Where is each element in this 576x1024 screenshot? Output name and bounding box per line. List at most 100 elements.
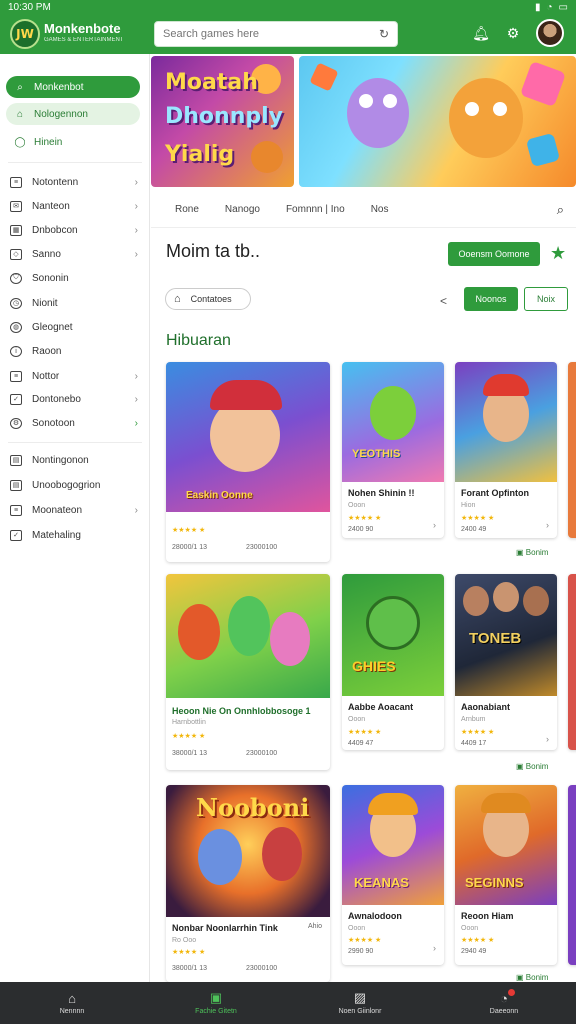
search-bar[interactable]: ↻ [154,21,398,47]
menu2-item-3[interactable]: ≡ Moonateon › [10,501,140,519]
chevron-right-icon[interactable]: › [546,734,549,744]
game-card[interactable]: YEOTHIS Nohen Shinin !! Ooon ★★★★ ★ 2400… [342,362,444,538]
game-card[interactable]: Nooboni Nonbar Noonlarrhin Tink Ahio Ro … [166,785,330,982]
filter-chip[interactable]: ⌂ Contatoes [165,288,251,310]
menu-item-11[interactable]: ⚙ Sonotoon › [10,414,140,432]
banner-card-2[interactable] [299,56,576,187]
sidebar-item-primary-2[interactable]: ⌂ Nologennon [6,103,140,125]
sidebar-item-primary-3[interactable]: ◯ Hinein [6,131,140,153]
chevron-right-icon[interactable]: › [433,943,436,953]
bottom-nav-home[interactable]: ⌂ Nennnn [22,991,122,1016]
signal-icon: ▮ [534,1,541,13]
game-art: GHIES [342,574,444,696]
primary-button[interactable]: Ooensm Oomone [448,242,540,266]
menu2-item-1[interactable]: ▤ Nontingonon [10,451,140,469]
hat-icon [210,380,282,410]
search-icon[interactable]: ⌕ [557,202,564,218]
image-icon: ▨ [353,990,367,1005]
more-link[interactable]: ▣ Bonim [516,762,548,771]
tab-1[interactable]: Rone [175,204,199,215]
filter-button-2[interactable]: Noix [524,287,568,311]
bottom-nav-notifications[interactable]: ◔ Daeeonn [454,989,554,1015]
character-icon [347,78,409,148]
settings-icon[interactable]: ⚙︎ [504,24,522,42]
menu-item-1[interactable]: ≡ Notontenn › [10,173,140,191]
character-icon [370,386,416,440]
game-card[interactable]: SEGINNS Reoon Hiam Ooon ★★★★ ★ 2940 49 [455,785,557,965]
sidebar-item-primary-1[interactable]: ⌕ Monkenbot [6,76,140,98]
tab-2[interactable]: Nanogo [225,204,260,215]
game-title: Aaonabiant [461,702,511,712]
bottom-nav-label: Nennnn [59,1008,85,1015]
card-meta: 28000/1 13 [172,544,208,551]
art-title: GHIES [352,658,396,674]
game-card-partial[interactable] [568,362,576,538]
notification-icon[interactable]: 🔔︎ [472,24,490,42]
game-card-partial[interactable] [568,574,576,750]
avatar [463,586,489,616]
menu-item-8[interactable]: i Raoon [10,342,140,360]
game-card[interactable]: Heoon Nie On Onnhlobbosoge 1 Harnbottlin… [166,574,330,770]
banner-card-1[interactable]: Moatah Dhonnply Yialig [151,56,294,187]
chevron-right-icon: › [134,176,138,188]
menu-item-9[interactable]: ≡ Nottor › [10,367,140,385]
art-title: Nooboni [196,793,310,822]
divider [8,162,142,163]
menu-label: Sanno [32,248,61,260]
more-label: Bonim [525,762,549,771]
game-card-partial[interactable] [568,785,576,965]
sidebar: ⌕ Monkenbot ⌂ Nologennon ◯ Hinein ≡ Noton… [0,54,150,982]
game-subtitle: Hion [461,502,476,509]
battery-icon: ▭ [558,1,568,13]
toolbar-icons: 🔔︎ ⚙︎ [472,19,564,47]
menu-item-5[interactable]: ⛉ Sononin [10,269,140,287]
menu-item-7[interactable]: ◍ Gleognet [10,318,140,336]
more-label: Bonim [525,973,549,982]
prev-button[interactable]: < [440,294,447,308]
game-card[interactable]: TONEB Aaonabiant Arnbum ★★★★ ★ 4409 17 › [455,574,557,750]
art-title: SEGINNS [465,875,524,890]
game-title: Awnalodoon [348,911,402,921]
chevron-right-icon: › [134,393,138,405]
rating-stars: ★★★★ ★ [461,937,495,944]
bottom-nav-grid[interactable]: ▣ Fachie Gitetn [166,990,266,1015]
search-input[interactable] [163,28,379,40]
app-logo[interactable]: JW [10,19,40,49]
filter-button-1[interactable]: Noonos [464,287,518,311]
refresh-icon[interactable]: ↻ [379,27,389,41]
search-icon: ⌕ [17,81,23,93]
promo-banner[interactable]: Moatah Dhonnply Yialig [151,56,576,187]
card-meta: 2400 90 [348,526,374,533]
game-card[interactable]: Forant Opfinton Hion ★★★★ ★ 2400 49 › [455,362,557,538]
star-icon[interactable]: ★ [550,243,566,264]
chevron-right-icon[interactable]: › [546,520,549,530]
menu2-item-4[interactable]: ✓ Matehaling [10,526,140,544]
menu-label: Unoobogogrion [32,479,101,491]
avatar[interactable] [536,19,564,47]
more-link[interactable]: ▣ Bonim [516,548,548,557]
menu-item-6[interactable]: ◷ Nionit [10,294,140,312]
chevron-right-icon: › [134,200,138,212]
menu-item-3[interactable]: ▦ Dnbobcon › [10,221,140,239]
menu-item-10[interactable]: ✓ Dontonebo › [10,390,140,408]
menu-item-2[interactable]: ✉ Nanteon › [10,197,140,215]
game-card[interactable]: Easkin Oonne ★★★★ ★ 28000/1 13 23000100 [166,362,330,562]
character-icon [178,604,220,660]
character-icon [366,596,420,650]
tab-3[interactable]: Fomnnn | Ino [286,204,345,215]
chevron-right-icon: › [134,224,138,236]
tab-4[interactable]: Nos [371,204,389,215]
eye-icon [465,102,479,116]
game-card[interactable]: GHIES Aabbe Aoacant Ooon ★★★★ ★ 4409 47 [342,574,444,750]
menu-label: Sononin [32,272,69,284]
card-meta: 2990 90 [348,948,374,955]
bottom-nav-label: Daeeonn [489,1008,519,1015]
chevron-right-icon[interactable]: › [433,520,436,530]
game-card[interactable]: KEANAS Awnalodoon Ooon ★★★★ ★ 2990 90 › [342,785,444,965]
menu2-item-2[interactable]: ▤ Unoobogogrion [10,476,140,494]
bottom-nav-gallery[interactable]: ▨ Noen Giinlonr [310,990,410,1015]
checkbox-icon: ✓ [10,393,22,405]
menu-item-4[interactable]: ◇ Sanno › [10,245,140,263]
more-link[interactable]: ▣ Bonim [516,973,548,982]
game-art: Easkin Oonne [166,362,330,512]
